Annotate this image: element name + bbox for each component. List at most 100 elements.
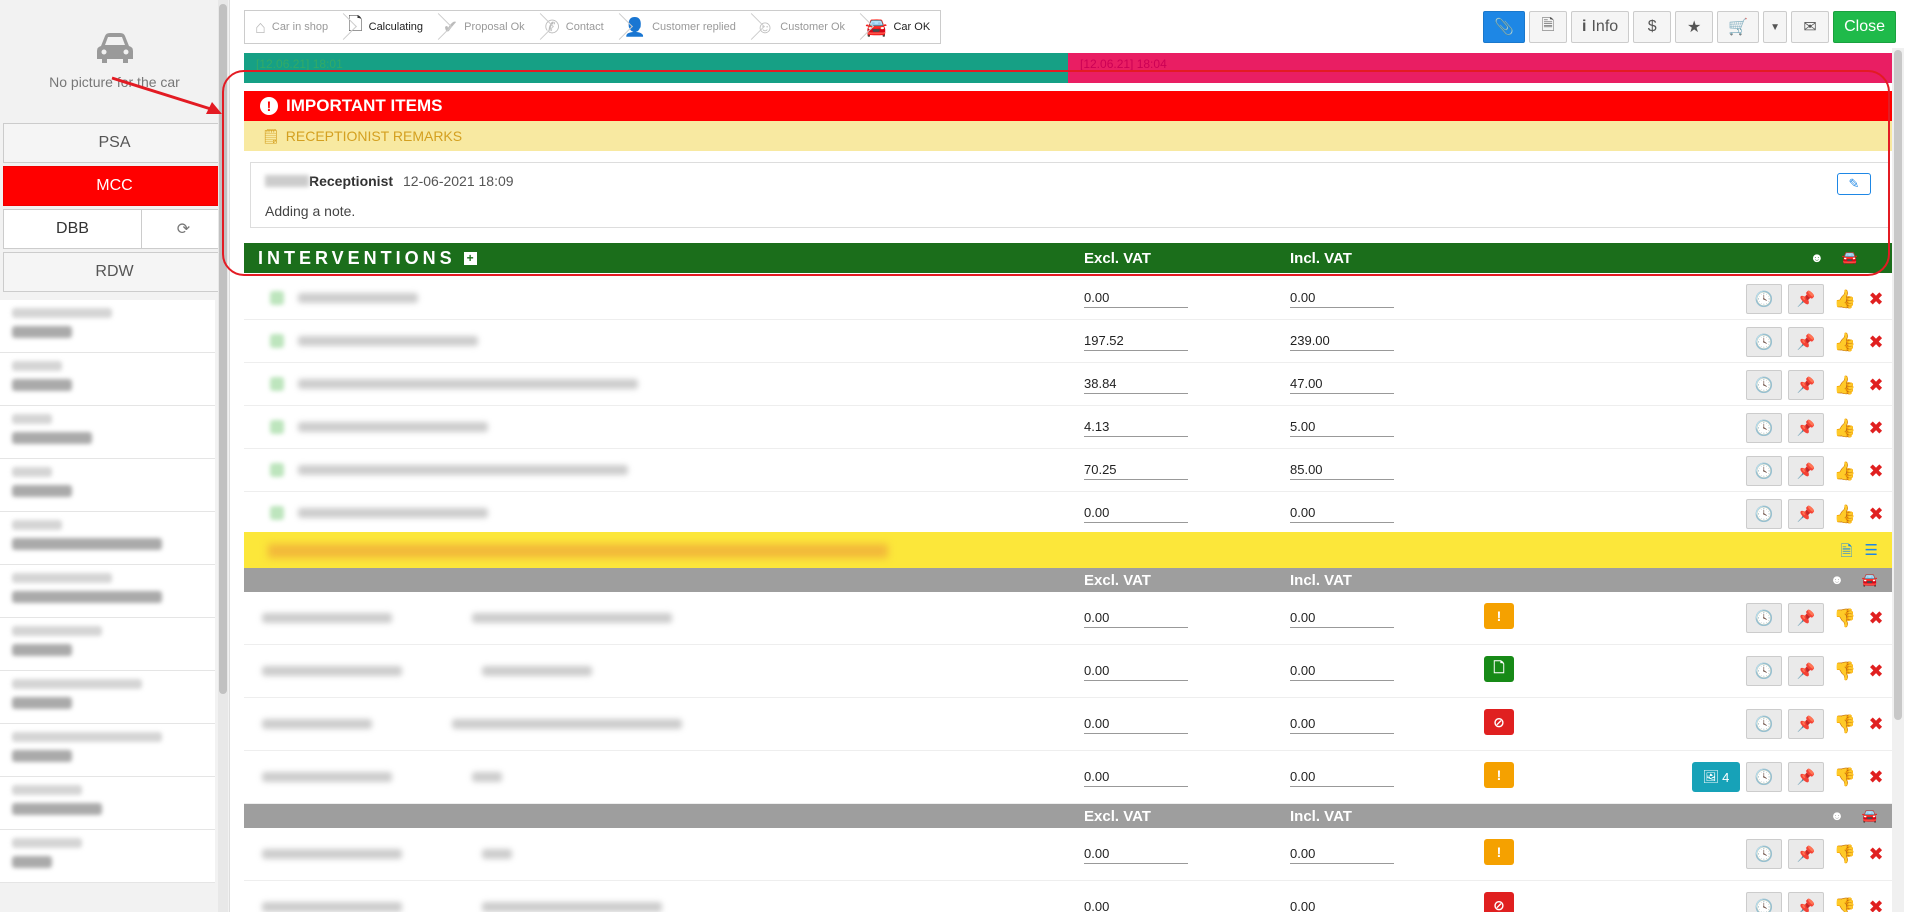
pin-button[interactable]: 📌: [1788, 284, 1824, 314]
pin-button[interactable]: 📌: [1788, 762, 1824, 792]
incl-vat-value[interactable]: 239.00: [1290, 331, 1394, 351]
incl-vat-value[interactable]: 0.00: [1290, 897, 1394, 912]
excl-vat-value[interactable]: 0.00: [1084, 767, 1188, 787]
pin-button[interactable]: 📌: [1788, 370, 1824, 400]
main-scrollbar[interactable]: [1892, 48, 1904, 912]
price-button[interactable]: $: [1633, 11, 1672, 43]
delete-icon[interactable]: ✖: [1866, 418, 1886, 439]
delete-icon[interactable]: ✖: [1866, 289, 1886, 310]
excl-vat-value[interactable]: 0.00: [1084, 897, 1188, 912]
delete-icon[interactable]: ✖: [1866, 461, 1886, 482]
photos-button[interactable]: 🖼 4: [1692, 762, 1740, 792]
pin-button[interactable]: 📌: [1788, 603, 1824, 633]
thumbs-down-icon[interactable]: 👎: [1830, 844, 1860, 865]
excl-vat-value[interactable]: 0.00: [1084, 714, 1188, 734]
excl-vat-value[interactable]: 0.00: [1084, 288, 1188, 308]
step-car-in-shop[interactable]: ⌂ Car in shop: [245, 11, 338, 43]
thumbs-up-icon[interactable]: 👍: [1830, 289, 1860, 310]
pin-button[interactable]: 📌: [1788, 413, 1824, 443]
pin-button[interactable]: 📌: [1788, 656, 1824, 686]
step-calculating[interactable]: 🗋 Calculating: [338, 11, 433, 43]
source-psa-button[interactable]: PSA: [3, 123, 226, 163]
pin-button[interactable]: 📌: [1788, 456, 1824, 486]
thumbs-up-icon[interactable]: 👍: [1830, 332, 1860, 353]
pdf-icon[interactable]: 🗎: [1840, 541, 1852, 566]
incl-vat-value[interactable]: 0.00: [1290, 503, 1394, 523]
step-proposal-ok[interactable]: ✔ Proposal Ok: [433, 11, 535, 43]
clock-button[interactable]: 🕓: [1746, 892, 1782, 912]
delete-icon[interactable]: ✖: [1866, 375, 1886, 396]
blocked-status-icon[interactable]: ⊘: [1484, 709, 1514, 735]
pin-button[interactable]: 📌: [1788, 892, 1824, 912]
thumbs-down-icon[interactable]: 👎: [1830, 608, 1860, 629]
excl-vat-value[interactable]: 197.52: [1084, 331, 1188, 351]
excl-vat-value[interactable]: 4.13: [1084, 417, 1188, 437]
thumbs-up-icon[interactable]: 👍: [1830, 504, 1860, 525]
edit-note-button[interactable]: ✎: [1837, 173, 1871, 195]
incl-vat-value[interactable]: 0.00: [1290, 288, 1394, 308]
warning-status-icon[interactable]: !: [1484, 603, 1514, 629]
info-button[interactable]: i Info: [1571, 11, 1630, 43]
thumbs-up-icon[interactable]: 👍: [1830, 418, 1860, 439]
incl-vat-value[interactable]: 0.00: [1290, 767, 1394, 787]
cart-dropdown-button[interactable]: ▼: [1763, 11, 1788, 43]
favorite-button[interactable]: ★: [1675, 11, 1714, 43]
delete-icon[interactable]: ✖: [1866, 767, 1886, 788]
pin-button[interactable]: 📌: [1788, 709, 1824, 739]
step-customer-ok[interactable]: ☺ Customer Ok: [746, 11, 855, 43]
pin-button[interactable]: 📌: [1788, 839, 1824, 869]
thumbs-up-icon[interactable]: 👍: [1830, 461, 1860, 482]
thumbs-down-icon[interactable]: 👎: [1830, 897, 1860, 912]
clock-button[interactable]: 🕓: [1746, 499, 1782, 529]
clock-button[interactable]: 🕓: [1746, 370, 1782, 400]
attachments-button[interactable]: 📎: [1483, 11, 1526, 43]
delete-icon[interactable]: ✖: [1866, 897, 1886, 912]
warning-status-icon[interactable]: !: [1484, 762, 1514, 788]
incl-vat-value[interactable]: 47.00: [1290, 374, 1394, 394]
cart-button[interactable]: 🛒: [1717, 11, 1760, 43]
incl-vat-value[interactable]: 0.00: [1290, 844, 1394, 864]
clock-button[interactable]: 🕓: [1746, 762, 1782, 792]
delete-icon[interactable]: ✖: [1866, 504, 1886, 525]
thumbs-up-icon[interactable]: 👍: [1830, 375, 1860, 396]
thumbs-down-icon[interactable]: 👎: [1830, 661, 1860, 682]
clock-button[interactable]: 🕓: [1746, 413, 1782, 443]
incl-vat-value[interactable]: 0.00: [1290, 661, 1394, 681]
close-button[interactable]: Close: [1833, 11, 1896, 43]
incl-vat-value[interactable]: 5.00: [1290, 417, 1394, 437]
sidebar-scrollbar[interactable]: [218, 0, 228, 912]
delete-icon[interactable]: ✖: [1866, 332, 1886, 353]
step-car-ok[interactable]: 🚘 Car OK: [855, 11, 940, 43]
refresh-button[interactable]: ⟳: [142, 209, 226, 249]
step-customer-replied[interactable]: 👤 Customer replied: [614, 11, 746, 43]
delete-icon[interactable]: ✖: [1866, 661, 1886, 682]
pin-button[interactable]: 📌: [1788, 327, 1824, 357]
clock-button[interactable]: 🕓: [1746, 603, 1782, 633]
incl-vat-value[interactable]: 85.00: [1290, 460, 1394, 480]
excl-vat-value[interactable]: 0.00: [1084, 844, 1188, 864]
email-button[interactable]: ✉: [1791, 11, 1830, 43]
excl-vat-value[interactable]: 70.25: [1084, 460, 1188, 480]
document-button[interactable]: 🗎: [1529, 11, 1568, 43]
clock-button[interactable]: 🕓: [1746, 327, 1782, 357]
pin-button[interactable]: 📌: [1788, 499, 1824, 529]
source-rdw-button[interactable]: RDW: [3, 252, 226, 292]
source-mcc-button[interactable]: MCC: [3, 166, 226, 206]
blocked-status-icon[interactable]: ⊘: [1484, 892, 1514, 912]
step-contact[interactable]: ✆ Contact: [535, 11, 614, 43]
clock-button[interactable]: 🕓: [1746, 656, 1782, 686]
delete-icon[interactable]: ✖: [1866, 844, 1886, 865]
document-status-icon[interactable]: 🗋: [1484, 656, 1514, 682]
add-intervention-button[interactable]: +: [463, 251, 477, 265]
thumbs-down-icon[interactable]: 👎: [1830, 767, 1860, 788]
delete-icon[interactable]: ✖: [1866, 608, 1886, 629]
source-dbb-button[interactable]: DBB: [3, 209, 142, 249]
excl-vat-value[interactable]: 0.00: [1084, 503, 1188, 523]
list-icon[interactable]: ☰: [1865, 541, 1878, 566]
excl-vat-value[interactable]: 0.00: [1084, 608, 1188, 628]
thumbs-down-icon[interactable]: 👎: [1830, 714, 1860, 735]
delete-icon[interactable]: ✖: [1866, 714, 1886, 735]
excl-vat-value[interactable]: 0.00: [1084, 661, 1188, 681]
incl-vat-value[interactable]: 0.00: [1290, 714, 1394, 734]
clock-button[interactable]: 🕓: [1746, 839, 1782, 869]
